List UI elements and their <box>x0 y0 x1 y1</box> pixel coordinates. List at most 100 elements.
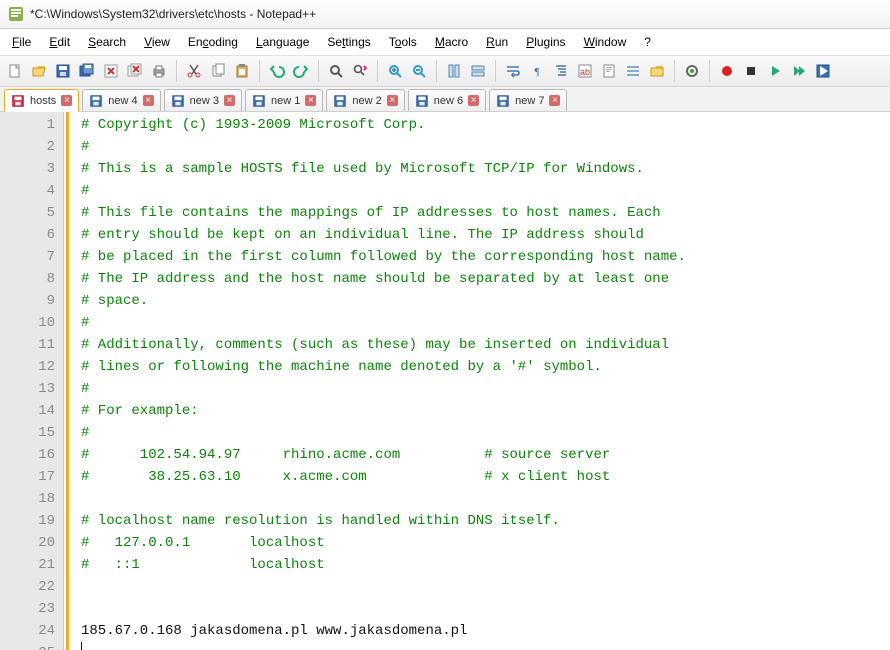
tab-new-7[interactable]: new 7 <box>489 89 567 111</box>
play-button[interactable] <box>764 60 786 82</box>
code-line[interactable]: # 127.0.0.1 localhost <box>81 532 890 554</box>
wordwrap-button[interactable] <box>502 60 524 82</box>
zoom-out-button[interactable] <box>408 60 430 82</box>
close-button[interactable] <box>100 60 122 82</box>
close-tab-icon[interactable] <box>143 95 154 106</box>
menu-help[interactable]: ? <box>636 33 659 51</box>
sync-v-icon <box>446 63 462 79</box>
menu-search[interactable]: Search <box>80 33 134 51</box>
menu-encoding[interactable]: Encoding <box>180 33 246 51</box>
menu-view[interactable]: View <box>136 33 178 51</box>
menu-settings[interactable]: Settings <box>319 33 378 51</box>
code-line[interactable]: # <box>81 312 890 334</box>
line-number: 19 <box>0 510 55 532</box>
code-line[interactable]: # This is a sample HOSTS file used by Mi… <box>81 158 890 180</box>
menu-tools[interactable]: Tools <box>381 33 425 51</box>
monitor-button[interactable] <box>681 60 703 82</box>
print-button[interactable] <box>148 60 170 82</box>
menu-macro[interactable]: Macro <box>427 33 476 51</box>
tab-new-6[interactable]: new 6 <box>408 89 486 111</box>
paste-button[interactable] <box>231 60 253 82</box>
func-list-button[interactable] <box>622 60 644 82</box>
line-number: 22 <box>0 576 55 598</box>
menu-file[interactable]: File <box>4 33 39 51</box>
play-multi-button[interactable] <box>788 60 810 82</box>
save-icon <box>55 63 71 79</box>
code-line[interactable]: # entry should be kept on an individual … <box>81 224 890 246</box>
menu-window[interactable]: Window <box>576 33 635 51</box>
tab-new-2[interactable]: new 2 <box>326 89 404 111</box>
code-line[interactable]: # <box>81 378 890 400</box>
close-tab-icon[interactable] <box>224 95 235 106</box>
tab-new-4[interactable]: new 4 <box>82 89 160 111</box>
copy-button[interactable] <box>207 60 229 82</box>
line-number: 13 <box>0 378 55 400</box>
editor[interactable]: 1234567891011121314151617181920212223242… <box>0 112 890 650</box>
cut-button[interactable] <box>183 60 205 82</box>
doc-map-button[interactable] <box>598 60 620 82</box>
tab-new-1[interactable]: new 1 <box>245 89 323 111</box>
stop-button[interactable] <box>740 60 762 82</box>
menu-plugins[interactable]: Plugins <box>518 33 573 51</box>
sync-v-button[interactable] <box>443 60 465 82</box>
undo-icon <box>269 63 285 79</box>
new-file-button[interactable] <box>4 60 26 82</box>
find-button[interactable] <box>325 60 347 82</box>
show-all-chars-button[interactable]: ¶ <box>526 60 548 82</box>
menu-run[interactable]: Run <box>478 33 516 51</box>
app-icon <box>8 6 24 22</box>
code-line[interactable]: # 102.54.94.97 rhino.acme.com # source s… <box>81 444 890 466</box>
text-caret <box>81 642 82 650</box>
find-icon <box>328 63 344 79</box>
close-tab-icon[interactable] <box>387 95 398 106</box>
replace-button[interactable] <box>349 60 371 82</box>
close-all-button[interactable] <box>124 60 146 82</box>
code-line[interactable]: # space. <box>81 290 890 312</box>
code-line[interactable]: # <box>81 422 890 444</box>
redo-button[interactable] <box>290 60 312 82</box>
title-bar: *C:\Windows\System32\drivers\etc\hosts -… <box>0 0 890 29</box>
save-macro-button[interactable] <box>812 60 834 82</box>
save-all-button[interactable] <box>76 60 98 82</box>
record-button[interactable] <box>716 60 738 82</box>
func-list-icon <box>625 63 641 79</box>
toolbar-separator <box>674 60 675 82</box>
sync-h-button[interactable] <box>467 60 489 82</box>
lang-button[interactable]: ab <box>574 60 596 82</box>
indent-guide-button[interactable] <box>550 60 572 82</box>
tab-hosts[interactable]: hosts <box>4 89 79 112</box>
line-number: 6 <box>0 224 55 246</box>
code-line[interactable]: # be placed in the first column followed… <box>81 246 890 268</box>
code-line[interactable]: # 38.25.63.10 x.acme.com # x client host <box>81 466 890 488</box>
code-line[interactable] <box>81 642 890 650</box>
code-area[interactable]: # Copyright (c) 1993-2009 Microsoft Corp… <box>66 112 890 650</box>
save-button[interactable] <box>52 60 74 82</box>
menu-language[interactable]: Language <box>248 33 317 51</box>
open-button[interactable] <box>28 60 50 82</box>
undo-button[interactable] <box>266 60 288 82</box>
close-tab-icon[interactable] <box>61 95 72 106</box>
code-line[interactable]: # The IP address and the host name shoul… <box>81 268 890 290</box>
code-line[interactable]: # <box>81 180 890 202</box>
code-line[interactable]: # localhost name resolution is handled w… <box>81 510 890 532</box>
zoom-in-button[interactable] <box>384 60 406 82</box>
code-line[interactable] <box>81 598 890 620</box>
code-line[interactable]: # lines or following the machine name de… <box>81 356 890 378</box>
code-line[interactable]: # ::1 localhost <box>81 554 890 576</box>
line-number: 21 <box>0 554 55 576</box>
code-line[interactable]: 185.67.0.168 jakasdomena.pl www.jakasdom… <box>81 620 890 642</box>
code-line[interactable]: # This file contains the mappings of IP … <box>81 202 890 224</box>
tab-new-3[interactable]: new 3 <box>164 89 242 111</box>
close-tab-icon[interactable] <box>549 95 560 106</box>
menu-edit[interactable]: Edit <box>41 33 78 51</box>
folder-button[interactable] <box>646 60 668 82</box>
code-line[interactable]: # <box>81 136 890 158</box>
close-tab-icon[interactable] <box>305 95 316 106</box>
code-line[interactable] <box>81 488 890 510</box>
code-line[interactable] <box>81 576 890 598</box>
code-line[interactable]: # For example: <box>81 400 890 422</box>
code-line[interactable]: # Copyright (c) 1993-2009 Microsoft Corp… <box>81 114 890 136</box>
code-line[interactable]: # Additionally, comments (such as these)… <box>81 334 890 356</box>
close-tab-icon[interactable] <box>468 95 479 106</box>
toolbar: ¶ ab <box>0 56 890 87</box>
